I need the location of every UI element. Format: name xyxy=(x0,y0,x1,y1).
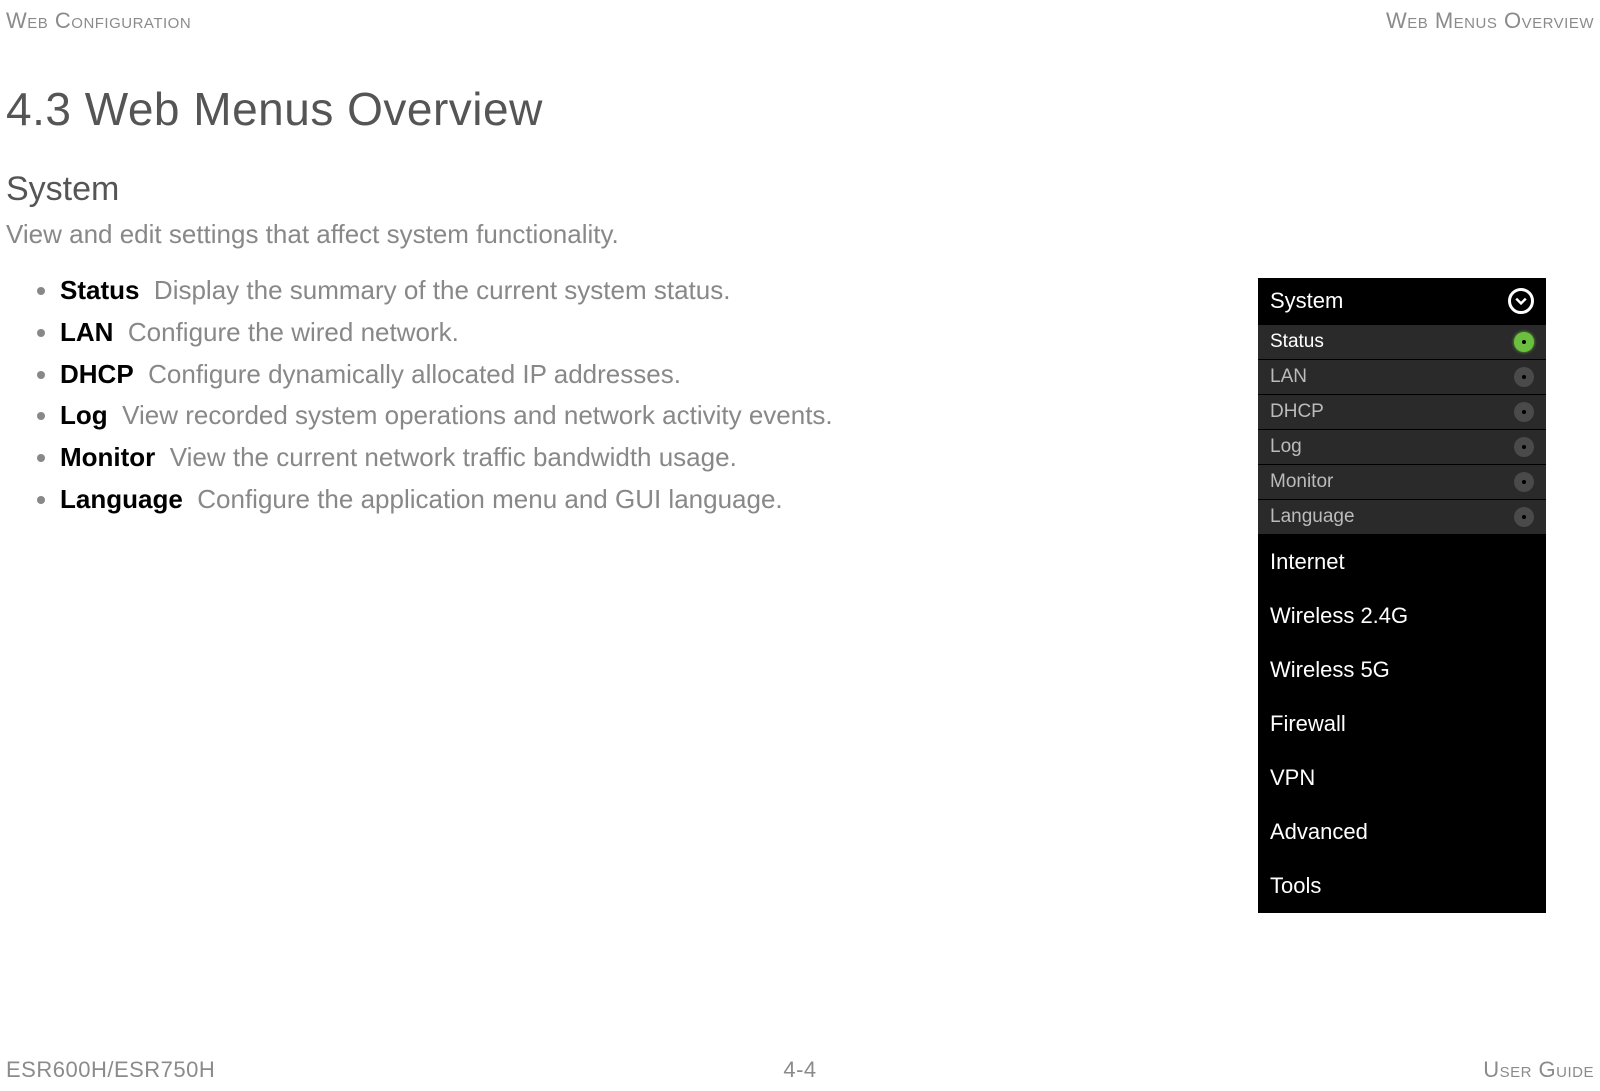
item-desc: View recorded system operations and netw… xyxy=(122,400,833,430)
radio-icon xyxy=(1514,367,1534,387)
menu-section-label: Tools xyxy=(1270,873,1321,898)
radio-active-icon xyxy=(1514,332,1534,352)
item-desc: Configure dynamically allocated IP addre… xyxy=(148,359,681,389)
menu-subitem-label: Status xyxy=(1270,331,1324,353)
header-left: Web Configuration xyxy=(6,8,191,34)
menu-section-system[interactable]: System xyxy=(1258,278,1546,325)
item-name: Language xyxy=(60,484,183,514)
item-name: Status xyxy=(60,275,139,305)
footer-left: ESR600H/ESR750H xyxy=(6,1057,215,1083)
radio-icon xyxy=(1514,507,1534,527)
footer-page-number: 4-4 xyxy=(783,1057,816,1083)
item-desc: Display the summary of the current syste… xyxy=(154,275,731,305)
header-right: Web Menus Overview xyxy=(1386,8,1594,34)
subsection-title: System xyxy=(6,170,1600,209)
menu-section-advanced[interactable]: Advanced xyxy=(1258,805,1546,859)
menu-subitem-lan[interactable]: LAN xyxy=(1258,360,1546,395)
radio-icon xyxy=(1514,472,1534,492)
item-name: DHCP xyxy=(60,359,134,389)
menu-section-wireless-5g[interactable]: Wireless 5G xyxy=(1258,643,1546,697)
menu-section-label: VPN xyxy=(1270,765,1315,790)
item-desc: Configure the application menu and GUI l… xyxy=(197,484,782,514)
menu-subitem-label: Monitor xyxy=(1270,471,1333,493)
menu-subitem-label: LAN xyxy=(1270,366,1307,388)
menu-subitem-status[interactable]: Status xyxy=(1258,325,1546,360)
menu-subitem-dhcp[interactable]: DHCP xyxy=(1258,395,1546,430)
page-title: 4.3 Web Menus Overview xyxy=(6,82,1600,136)
footer-right: User Guide xyxy=(1483,1057,1594,1083)
menu-subitem-label: Language xyxy=(1270,506,1355,528)
menu-section-label: Wireless 5G xyxy=(1270,657,1390,682)
menu-section-label: Internet xyxy=(1270,549,1345,574)
menu-subitem-language[interactable]: Language xyxy=(1258,500,1546,535)
item-desc: View the current network traffic bandwid… xyxy=(170,442,737,472)
subsection-desc: View and edit settings that affect syste… xyxy=(6,219,1600,250)
menu-section-label: Advanced xyxy=(1270,819,1368,844)
sidebar-menu-screenshot: System Status LAN DHCP Log Monitor Langu… xyxy=(1258,278,1546,913)
radio-icon xyxy=(1514,402,1534,422)
menu-section-vpn[interactable]: VPN xyxy=(1258,751,1546,805)
menu-subitem-label: DHCP xyxy=(1270,401,1324,423)
item-desc: Configure the wired network. xyxy=(128,317,459,347)
item-name: Log xyxy=(60,400,108,430)
menu-section-label: Firewall xyxy=(1270,711,1346,736)
menu-subitem-label: Log xyxy=(1270,436,1302,458)
menu-section-wireless-24g[interactable]: Wireless 2.4G xyxy=(1258,589,1546,643)
menu-section-label: System xyxy=(1270,288,1343,314)
page-footer: ESR600H/ESR750H 4-4 User Guide xyxy=(0,1057,1600,1083)
menu-section-label: Wireless 2.4G xyxy=(1270,603,1408,628)
item-name: LAN xyxy=(60,317,113,347)
item-name: Monitor xyxy=(60,442,155,472)
menu-subitem-log[interactable]: Log xyxy=(1258,430,1546,465)
menu-section-firewall[interactable]: Firewall xyxy=(1258,697,1546,751)
chevron-down-icon xyxy=(1508,288,1534,314)
menu-section-tools[interactable]: Tools xyxy=(1258,859,1546,913)
radio-icon xyxy=(1514,437,1534,457)
menu-section-internet[interactable]: Internet xyxy=(1258,535,1546,589)
menu-subitem-monitor[interactable]: Monitor xyxy=(1258,465,1546,500)
page-header: Web Configuration Web Menus Overview xyxy=(0,0,1600,34)
